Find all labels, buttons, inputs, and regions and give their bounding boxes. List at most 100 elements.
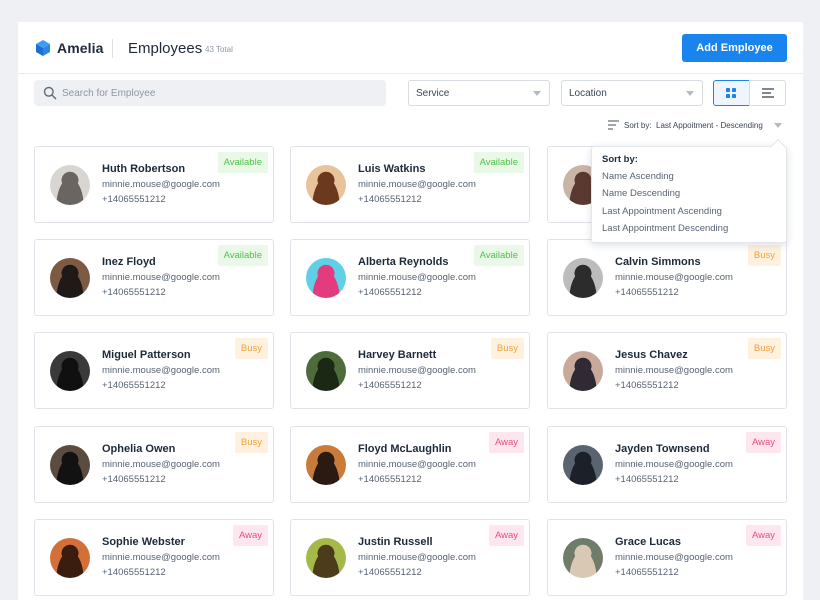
employee-name: Harvey Barnett: [358, 349, 437, 361]
status-badge: Away: [232, 525, 268, 546]
employee-name: Alberta Reynolds: [358, 256, 449, 268]
avatar: [306, 165, 346, 205]
status-badge: Busy: [747, 338, 781, 359]
employee-email: minnie.mouse@google.com: [102, 272, 220, 283]
avatar: [306, 538, 346, 578]
employee-phone: +14065551212: [358, 287, 422, 298]
page-header: Amelia Employees 43 Total Add Employee: [18, 22, 803, 74]
sort-option-last-appointment-descending[interactable]: Last Appointment Descending: [602, 223, 728, 234]
employee-card[interactable]: Miguel Patterson minnie.mouse@google.com +…: [34, 332, 274, 409]
sort-dropdown-menu: Sort by: Name Ascending Name Descending …: [591, 138, 787, 243]
employee-card[interactable]: Sophie Webster minnie.mouse@google.com +14…: [34, 519, 274, 596]
employee-card[interactable]: Justin Russell minnie.mouse@google.com +14…: [290, 519, 530, 596]
avatar: [50, 445, 90, 485]
employee-email: minnie.mouse@google.com: [615, 552, 733, 563]
chevron-down-icon: [533, 91, 541, 96]
avatar: [563, 351, 603, 391]
add-employee-button[interactable]: Add Employee: [682, 34, 787, 62]
avatar: [563, 538, 603, 578]
employee-phone: +14065551212: [615, 380, 679, 391]
employee-name: Jesus Chavez: [615, 349, 688, 361]
employee-name: Miguel Patterson: [102, 349, 191, 361]
employee-phone: +14065551212: [358, 567, 422, 578]
avatar: [50, 258, 90, 298]
sort-current-value: Last Appoitment - Descending: [656, 121, 763, 130]
sort-lines-icon: [608, 120, 619, 130]
employee-card[interactable]: Alberta Reynolds minnie.mouse@google.com +…: [290, 239, 530, 316]
status-badge: Available: [217, 245, 268, 266]
employee-phone: +14065551212: [102, 474, 166, 485]
employee-card[interactable]: Calvin Simmons minnie.mouse@google.com +14…: [547, 239, 787, 316]
avatar: [306, 445, 346, 485]
sort-option-name-descending[interactable]: Name Descending: [602, 188, 680, 199]
status-badge: Busy: [234, 338, 268, 359]
employee-email: minnie.mouse@google.com: [615, 272, 733, 283]
employee-card[interactable]: Grace Lucas minnie.mouse@google.com +14065…: [547, 519, 787, 596]
employee-name: Ophelia Owen: [102, 443, 176, 455]
employee-email: minnie.mouse@google.com: [358, 272, 476, 283]
employee-card[interactable]: Harvey Barnett minnie.mouse@google.com +14…: [290, 332, 530, 409]
employee-card[interactable]: Huth Robertson minnie.mouse@google.com +14…: [34, 146, 274, 223]
dropdown-arrow: [770, 138, 786, 154]
sort-option-name-ascending[interactable]: Name Ascending: [602, 171, 674, 182]
amelia-logo-icon: [36, 40, 50, 56]
employee-email: minnie.mouse@google.com: [102, 552, 220, 563]
employee-card[interactable]: Jayden Townsend minnie.mouse@google.com +1…: [547, 426, 787, 503]
employee-email: minnie.mouse@google.com: [358, 552, 476, 563]
sort-option-last-appointment-ascending[interactable]: Last Appointment Ascending: [602, 206, 722, 217]
avatar: [50, 538, 90, 578]
employee-name: Sophie Webster: [102, 536, 185, 548]
service-select[interactable]: Service: [408, 80, 550, 106]
employee-phone: +14065551212: [615, 474, 679, 485]
service-select-value: Service: [416, 88, 450, 99]
employee-phone: +14065551212: [102, 287, 166, 298]
location-select[interactable]: Location: [561, 80, 703, 106]
status-badge: Busy: [490, 338, 524, 359]
employee-card[interactable]: Floyd McLaughlin minnie.mouse@google.com +…: [290, 426, 530, 503]
employee-card[interactable]: Jesus Chavez minnie.mouse@google.com +1406…: [547, 332, 787, 409]
search-input[interactable]: [62, 80, 380, 106]
status-badge: Away: [488, 525, 524, 546]
location-select-value: Location: [569, 88, 607, 99]
employee-phone: +14065551212: [358, 380, 422, 391]
employee-email: minnie.mouse@google.com: [102, 365, 220, 376]
employee-phone: +14065551212: [358, 474, 422, 485]
employee-phone: +14065551212: [358, 194, 422, 205]
avatar: [563, 258, 603, 298]
employee-name: Inez Floyd: [102, 256, 156, 268]
employee-phone: +14065551212: [102, 567, 166, 578]
avatar: [50, 351, 90, 391]
employee-email: minnie.mouse@google.com: [358, 179, 476, 190]
page-title: Employees: [128, 40, 203, 57]
search-box: [34, 80, 386, 106]
employee-email: minnie.mouse@google.com: [615, 365, 733, 376]
employee-email: minnie.mouse@google.com: [358, 459, 476, 470]
employee-name: Grace Lucas: [615, 536, 682, 548]
employee-name: Jayden Townsend: [615, 443, 710, 455]
grid-view-button[interactable]: [713, 80, 750, 106]
employee-phone: +14065551212: [102, 194, 166, 205]
status-badge: Available: [217, 152, 268, 173]
sort-menu-title: Sort by:: [602, 154, 638, 165]
chevron-down-icon: [774, 123, 782, 128]
employee-email: minnie.mouse@google.com: [102, 179, 220, 190]
status-badge: Available: [473, 245, 524, 266]
list-view-button[interactable]: [749, 80, 786, 106]
employee-name: Luis Watkins: [358, 163, 426, 175]
employee-email: minnie.mouse@google.com: [102, 459, 220, 470]
employee-count: 43 Total: [205, 45, 233, 54]
employee-name: Huth Robertson: [102, 163, 186, 175]
employee-name: Floyd McLaughlin: [358, 443, 452, 455]
employee-phone: +14065551212: [615, 287, 679, 298]
employee-card[interactable]: Luis Watkins minnie.mouse@google.com +1406…: [290, 146, 530, 223]
employee-card[interactable]: Ophelia Owen minnie.mouse@google.com +1406…: [34, 426, 274, 503]
employee-name: Calvin Simmons: [615, 256, 701, 268]
avatar: [50, 165, 90, 205]
list-view-icon: [762, 88, 774, 98]
employee-card[interactable]: Inez Floyd minnie.mouse@google.com +140655…: [34, 239, 274, 316]
brand-name: Amelia: [57, 40, 104, 56]
avatar: [563, 445, 603, 485]
employee-email: minnie.mouse@google.com: [615, 459, 733, 470]
sort-label: Sort by: Last Appoitment - Descending: [624, 121, 763, 130]
header-divider: [112, 39, 113, 58]
